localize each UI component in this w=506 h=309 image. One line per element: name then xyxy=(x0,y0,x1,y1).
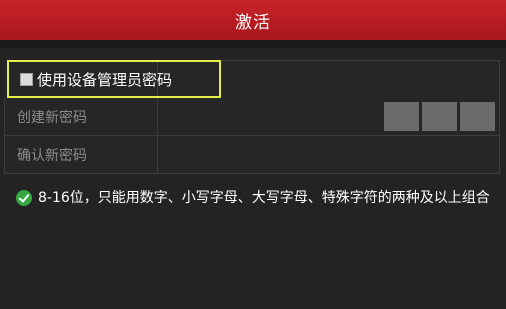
activation-dialog: 激活 使用设备管理员密码 创建新密码 确认新密码 8-16位，只能用数字、小写字… xyxy=(0,0,506,309)
admin-password-checkbox[interactable] xyxy=(20,72,33,86)
password-form: 使用设备管理员密码 创建新密码 确认新密码 xyxy=(4,60,500,174)
strength-segment-medium xyxy=(422,102,457,131)
admin-password-row: 使用设备管理员密码 xyxy=(4,60,500,98)
admin-password-option[interactable]: 使用设备管理员密码 xyxy=(7,60,221,98)
title-bar: 激活 xyxy=(0,0,506,40)
password-hint: 8-16位，只能用数字、小写字母、大写字母、特殊字符的两种及以上组合 xyxy=(16,187,496,209)
confirm-password-label-cell: 确认新密码 xyxy=(5,136,158,173)
confirm-password-label: 确认新密码 xyxy=(17,147,87,164)
new-password-label-cell: 创建新密码 xyxy=(5,98,158,135)
check-circle-icon xyxy=(16,190,32,206)
new-password-input[interactable] xyxy=(159,98,499,135)
dialog-title: 激活 xyxy=(235,12,271,33)
password-strength-meter xyxy=(384,102,495,131)
strength-segment-strong xyxy=(460,102,495,131)
new-password-row: 创建新密码 xyxy=(4,98,500,136)
confirm-password-input[interactable] xyxy=(159,136,499,173)
title-divider xyxy=(0,40,506,48)
password-hint-text: 8-16位，只能用数字、小写字母、大写字母、特殊字符的两种及以上组合 xyxy=(38,190,490,206)
admin-password-label[interactable]: 使用设备管理员密码 xyxy=(37,69,172,90)
confirm-password-row: 确认新密码 xyxy=(4,136,500,174)
strength-segment-weak xyxy=(384,102,419,131)
new-password-label: 创建新密码 xyxy=(17,109,87,126)
